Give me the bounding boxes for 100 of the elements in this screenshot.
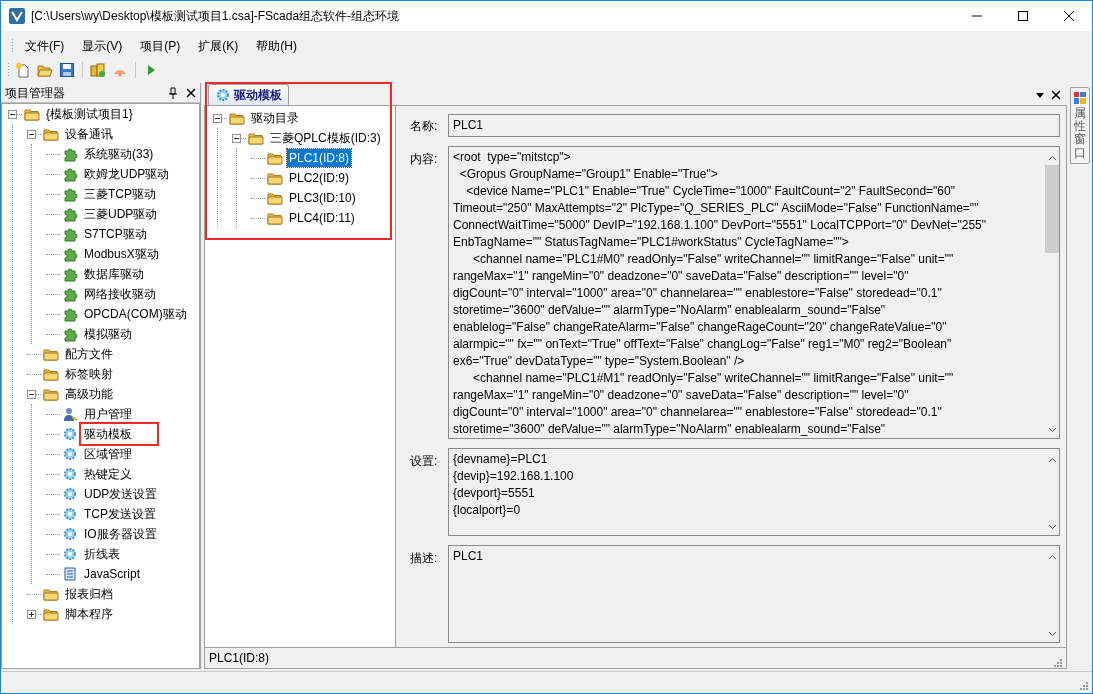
tree-item[interactable]: 设备通讯 <box>63 125 115 143</box>
close-icon[interactable] <box>1051 90 1061 100</box>
tree-item[interactable]: PLC2(ID:9) <box>287 169 352 187</box>
tree-item[interactable]: 欧姆龙UDP驱动 <box>82 165 172 183</box>
text-line: storetime="3600" defValue="" alarmType="NoAlarm" enablealarm_sound="False" <box>453 420 887 438</box>
text-line: PLC1 <box>453 548 485 566</box>
puzzle-icon <box>62 146 78 162</box>
close-icon[interactable] <box>1061 8 1077 24</box>
menu-item[interactable]: 项目(P) <box>133 35 188 57</box>
gear-icon <box>62 486 78 502</box>
gear-icon <box>62 466 78 482</box>
scroll-up-icon[interactable] <box>1047 154 1057 161</box>
database-icon[interactable] <box>90 62 106 78</box>
tree-item[interactable]: 热键定义 <box>82 465 134 483</box>
grip-icon <box>7 62 10 78</box>
scroll-up-icon[interactable] <box>1047 456 1057 463</box>
collapse-icon[interactable] <box>232 133 241 143</box>
tree-item[interactable]: 驱动目录 <box>249 109 301 127</box>
folder-icon <box>267 190 283 206</box>
tree-item[interactable]: OPCDA(COM)驱动 <box>82 305 189 323</box>
tree-item[interactable]: JavaScript <box>82 565 143 583</box>
app-logo-icon <box>9 8 25 24</box>
tree-item[interactable]: 数据库驱动 <box>82 265 146 283</box>
tree-item[interactable]: PLC1(ID:8) <box>287 149 352 167</box>
text-line: rangeMax="1" rangeMin="0" deadzone="0" saveData="False" description="" level="0" <box>453 386 910 404</box>
close-icon[interactable] <box>186 87 196 98</box>
field-label: 内容: <box>410 150 439 168</box>
tree-item[interactable]: 三菱UDP驱动 <box>82 205 160 223</box>
text-line: rangeMax="1" rangeMin="0" deadzone="0" saveData="False" description="" level="0" <box>453 267 910 285</box>
collapse-icon[interactable] <box>213 113 222 123</box>
scroll-up-icon[interactable] <box>1047 554 1057 561</box>
maximize-icon[interactable] <box>1015 8 1031 24</box>
tree-item[interactable]: TCP发送设置 <box>82 505 158 523</box>
scroll-down-icon[interactable] <box>1047 631 1057 637</box>
folder-icon <box>43 606 59 622</box>
menu-item[interactable]: 帮助(H) <box>249 35 304 57</box>
text-line: {localport}=0 <box>453 501 522 519</box>
pin-icon[interactable] <box>168 86 178 99</box>
open-folder-icon[interactable] <box>37 62 53 78</box>
tree-item[interactable]: 系统驱动(33) <box>82 145 156 163</box>
tree-item[interactable]: UDP发送设置 <box>82 485 160 503</box>
tree-item[interactable]: 模拟驱动 <box>82 325 134 343</box>
text-line: alarmpic="" fx="" onText="True" offText="False" changLog="False" reg1="M0" reg2="Boolean" <box>453 335 953 353</box>
tree-item[interactable]: PLC4(ID:11) <box>287 209 357 227</box>
menu-item[interactable]: 显示(V) <box>75 35 130 57</box>
tree-item[interactable]: 三菱TCP驱动 <box>82 185 158 203</box>
tree-item[interactable]: PLC3(ID:10) <box>287 189 358 207</box>
folder-icon <box>43 386 59 402</box>
folder-icon <box>24 106 40 122</box>
text-line: <Gropus GroupName="Group1" Enable="True"> <box>458 165 719 183</box>
folder-icon <box>43 586 59 602</box>
scroll-down-icon[interactable] <box>1047 426 1057 433</box>
tree-item[interactable]: 折线表 <box>82 545 122 563</box>
collapse-icon[interactable] <box>8 109 17 119</box>
tree-item[interactable]: 脚本程序 <box>63 605 115 623</box>
script-icon <box>62 566 78 582</box>
settings-textarea[interactable]: {devname}=PLC1 {devip}=192.168.1.100 {devport}=5551 {localport}=0 <box>448 447 1060 537</box>
tree-item[interactable]: 报表归档 <box>63 585 115 603</box>
puzzle-icon <box>62 246 78 262</box>
puzzle-icon <box>62 266 78 282</box>
puzzle-icon <box>62 166 78 182</box>
tree-item[interactable]: 网络接收驱动 <box>82 285 158 303</box>
tree-item[interactable]: 标签映射 <box>63 365 115 383</box>
gear-icon <box>62 526 78 542</box>
menu-item[interactable]: 文件(F) <box>18 35 72 57</box>
text-line: Timeout="250" MaxAttempts="2" PlcType="Q_SERIES_PLC" AsciiMode="False" FunctionName="" <box>453 199 980 217</box>
menu-item[interactable]: 扩展(K) <box>191 35 246 57</box>
text-line: <channel name="PLC1#M1" readOnly="False" writeChannel="" limitRange="False" unit="" <box>472 369 955 387</box>
gear-icon <box>215 87 231 103</box>
field-label: 设置: <box>410 452 439 470</box>
collapse-icon[interactable] <box>27 129 36 139</box>
name-field[interactable]: PLC1 <box>448 114 1060 137</box>
tree-item[interactable]: 驱动模板 <box>82 425 156 443</box>
content-textarea[interactable] <box>448 145 1060 439</box>
field-label: 名称: <box>410 118 439 135</box>
gear-icon <box>62 446 78 462</box>
tree-item[interactable]: ModbusX驱动 <box>82 245 161 263</box>
collapse-icon[interactable] <box>27 389 36 399</box>
field-label: 描述: <box>410 550 439 568</box>
scrollbar-thumb[interactable] <box>1045 164 1059 253</box>
tree-item[interactable]: IO服务器设置 <box>82 525 159 543</box>
dropdown-arrow-icon[interactable] <box>1035 90 1045 100</box>
tree-item[interactable]: 区域管理 <box>82 445 134 463</box>
save-icon[interactable] <box>59 62 75 78</box>
text-line: digCount="0" interval="1000" area="0" channelarea="" enablestore="False" storedead="0.1" <box>453 403 943 421</box>
tree-item[interactable]: S7TCP驱动 <box>82 225 149 243</box>
puzzle-icon <box>62 226 78 242</box>
gear-icon <box>62 426 78 442</box>
side-tab[interactable]: 属性窗口 <box>1070 87 1090 164</box>
tree-item[interactable]: 配方文件 <box>63 345 115 363</box>
document-tab[interactable]: 驱动模板 <box>208 84 289 105</box>
expand-icon[interactable] <box>27 609 36 619</box>
properties-icon <box>1073 91 1087 105</box>
tree-item[interactable]: 用户管理 <box>82 405 134 423</box>
tree-item[interactable]: 三菱QPLC模板(ID:3) <box>268 129 383 147</box>
tree-item[interactable]: 高级功能 <box>63 385 115 403</box>
tree-item[interactable]: {模板测试项目1} <box>44 105 135 123</box>
text-line: digCount="0" interval="1000" area="0" channelarea="" enablestore="False" storedead="0.1" <box>453 284 943 302</box>
scroll-down-icon[interactable] <box>1047 524 1057 531</box>
description-textarea[interactable]: PLC1 <box>448 545 1060 643</box>
